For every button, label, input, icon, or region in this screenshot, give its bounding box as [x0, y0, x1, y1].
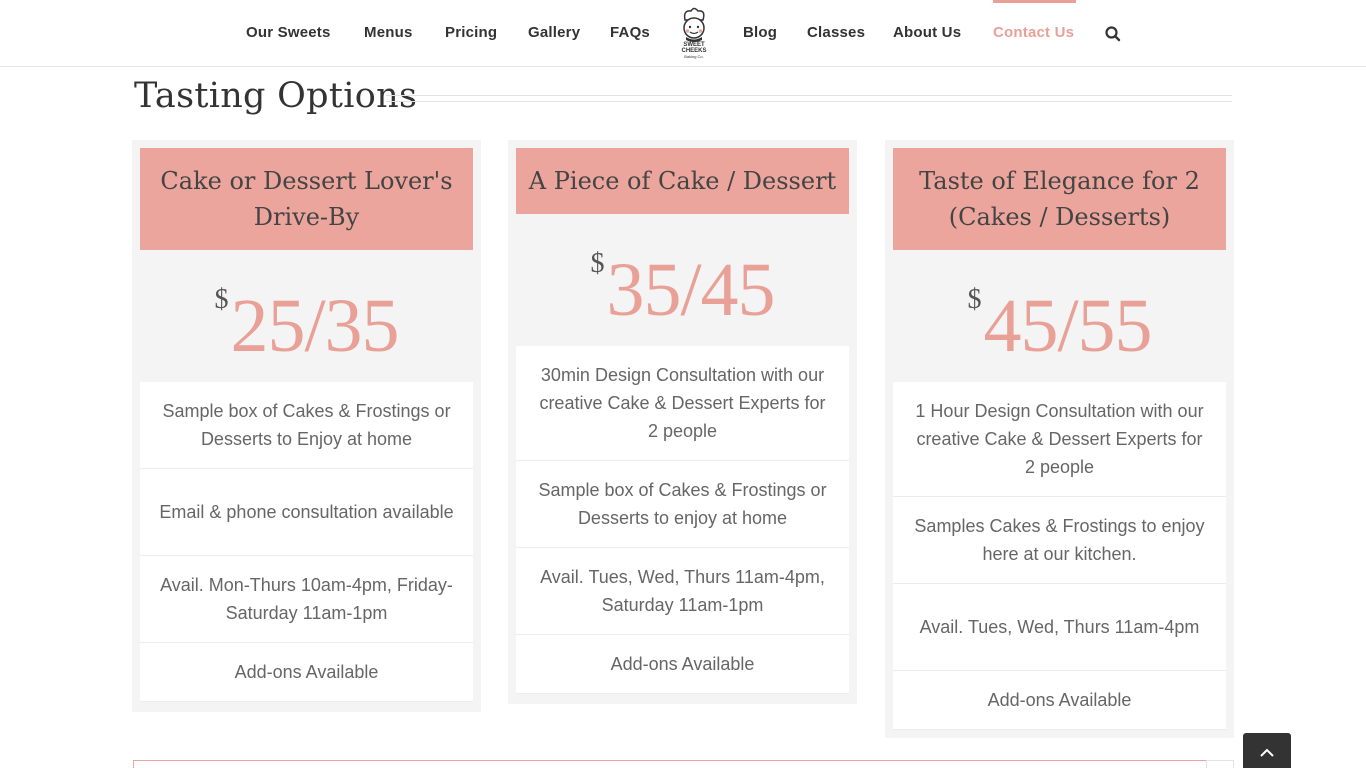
card-feature: Add-ons Available [893, 671, 1226, 730]
card-feature: Sample box of Cakes & Frostings or Desse… [140, 382, 473, 469]
card-price: $ 25/35 [140, 284, 473, 368]
card-feature: Add-ons Available [516, 635, 849, 694]
card-title: Cake or Dessert Lover's Drive-By [160, 167, 453, 231]
feature-text: Add-ons Available [610, 654, 755, 674]
search-icon[interactable] [1104, 25, 1122, 43]
card-feature: 1 Hour Design Consultation with our crea… [893, 382, 1226, 497]
feature-text: Add-ons Available [987, 690, 1132, 710]
pricing-card-taste-of-elegance: Taste of Elegance for 2 (Cakes / Dessert… [885, 140, 1234, 738]
card-header: A Piece of Cake / Dessert [516, 148, 849, 214]
nav-classes[interactable]: Classes [807, 24, 865, 41]
feature-text: Email & phone consultation available [159, 502, 454, 522]
pricing-card-drive-by: Cake or Dessert Lover's Drive-By $ 25/35… [132, 140, 481, 712]
price-amount: 25/35 [230, 284, 399, 368]
form-field-addon [1206, 760, 1234, 768]
card-feature: Samples Cakes & Frostings to enjoy here … [893, 497, 1226, 584]
feature-text: Avail. Tues, Wed, Thurs 11am-4pm [919, 617, 1200, 637]
title-divider-bottom [386, 101, 1232, 102]
nav-blog[interactable]: Blog [743, 24, 777, 41]
feature-text: Avail. Tues, Wed, Thurs 11am-4pm, Saturd… [540, 567, 825, 615]
card-feature: Add-ons Available [140, 643, 473, 702]
pricing-card-piece-of-cake: A Piece of Cake / Dessert $ 35/45 30min … [508, 140, 857, 704]
feature-text: Avail. Mon-Thurs 10am-4pm, Friday-Saturd… [160, 575, 453, 623]
nav-faqs[interactable]: FAQs [610, 24, 650, 41]
card-feature: Avail. Tues, Wed, Thurs 11am-4pm [893, 584, 1226, 671]
card-title: Taste of Elegance for 2 (Cakes / Dessert… [919, 167, 1200, 231]
card-header: Cake or Dessert Lover's Drive-By [140, 148, 473, 250]
logo-wordmark: SWEET CHEEKS Baking Co. [675, 42, 713, 59]
card-feature: Avail. Mon-Thurs 10am-4pm, Friday-Saturd… [140, 556, 473, 643]
card-title: A Piece of Cake / Dessert [528, 167, 837, 195]
chevron-up-icon [1260, 748, 1274, 757]
price-currency: $ [590, 248, 605, 279]
card-price: $ 45/55 [893, 284, 1226, 368]
nav-about-us[interactable]: About Us [893, 24, 961, 41]
card-price: $ 35/45 [516, 248, 849, 332]
feature-text: Sample box of Cakes & Frostings or Desse… [538, 480, 827, 528]
feature-text: Add-ons Available [234, 662, 379, 682]
card-header: Taste of Elegance for 2 (Cakes / Dessert… [893, 148, 1226, 250]
card-feature: Sample box of Cakes & Frostings or Desse… [516, 461, 849, 548]
feature-text: 1 Hour Design Consultation with our crea… [915, 401, 1204, 477]
nav-active-indicator [993, 0, 1076, 3]
scroll-to-top-button[interactable] [1243, 733, 1291, 768]
feature-text: Samples Cakes & Frostings to enjoy here … [914, 516, 1205, 564]
main-navigation: Our Sweets Menus Pricing Gallery FAQs SW… [0, 0, 1366, 67]
card-feature: 30min Design Consultation with our creat… [516, 346, 849, 461]
price-amount: 45/55 [983, 284, 1152, 368]
feature-text: Sample box of Cakes & Frostings or Desse… [162, 401, 451, 449]
logo-text-line-3: Baking Co. [684, 54, 704, 59]
card-feature: Email & phone consultation available [140, 469, 473, 556]
nav-gallery[interactable]: Gallery [528, 24, 580, 41]
price-amount: 35/45 [606, 248, 775, 332]
feature-text: 30min Design Consultation with our creat… [539, 365, 826, 441]
nav-contact-us[interactable]: Contact Us [993, 24, 1074, 41]
sweet-cheeks-logo[interactable]: SWEET CHEEKS Baking Co. [675, 6, 713, 60]
nav-our-sweets[interactable]: Our Sweets [246, 24, 331, 41]
page-title: Tasting Options [134, 76, 418, 116]
price-currency: $ [967, 284, 982, 315]
title-divider-top [386, 95, 1232, 96]
form-field-edge[interactable] [133, 760, 1233, 768]
card-feature: Avail. Tues, Wed, Thurs 11am-4pm, Saturd… [516, 548, 849, 635]
nav-menus[interactable]: Menus [364, 24, 413, 41]
price-currency: $ [214, 284, 229, 315]
nav-pricing[interactable]: Pricing [445, 24, 497, 41]
